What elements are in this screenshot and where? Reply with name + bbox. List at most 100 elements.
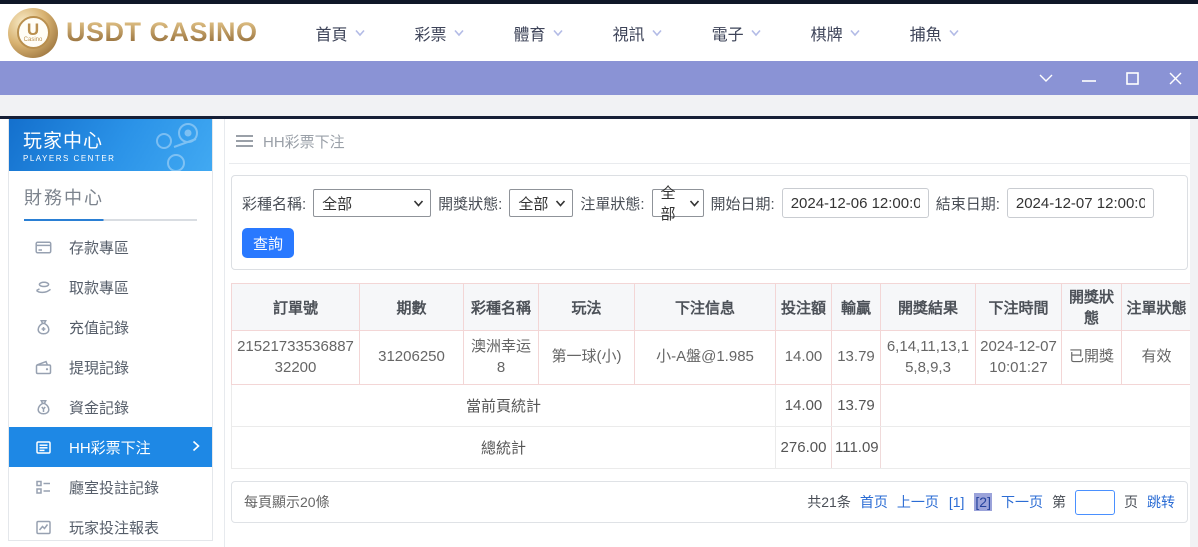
sidebar-item-player-bet-report[interactable]: 玩家投注報表: [9, 507, 212, 547]
sidebar-item-withdrawal-records[interactable]: 提現記錄: [9, 347, 212, 387]
sidebar-item-deposit-zone[interactable]: 存款專區: [9, 227, 212, 267]
main-panel: HH彩票下注 彩種名稱: 全部 開獎狀態: 全部 注單狀態: 全部 開始日期: …: [224, 119, 1198, 547]
hamburger-icon[interactable]: [236, 135, 253, 147]
sidebar-item-label: 取款專區: [69, 279, 130, 297]
logo-letter: U: [26, 20, 40, 39]
page-2-current[interactable]: [2]: [974, 493, 992, 511]
jump-page-input[interactable]: [1075, 489, 1115, 515]
window-title-bar: [0, 61, 1198, 95]
first-page-link[interactable]: 首页: [860, 492, 888, 512]
page-total-bet: 14.00: [775, 384, 832, 427]
funds-bag-icon: [35, 399, 52, 416]
sidebar-item-hh-lottery-bets[interactable]: HH彩票下注: [9, 427, 212, 467]
logo-small-text: Casino: [23, 37, 43, 43]
cell-winloss: 13.79: [831, 330, 881, 385]
sidebar-item-label: 提現記錄: [69, 359, 130, 377]
sidebar-item-label: 存款專區: [69, 239, 130, 257]
nav-item-slots[interactable]: 電子: [712, 21, 762, 45]
sidebar: 玩家中心 PLAYERS CENTER 財務中心 存款專區 取款專區 充值記錄 …: [8, 119, 213, 541]
jump-button[interactable]: 跳转: [1147, 492, 1175, 512]
nav-label: 棋牌: [810, 26, 843, 44]
col-order-id: 訂單號: [231, 283, 360, 331]
query-button[interactable]: 查詢: [242, 228, 294, 258]
order-status-select[interactable]: 全部: [651, 185, 704, 223]
filter-panel: 彩種名稱: 全部 開獎狀態: 全部 注單狀態: 全部 開始日期: 結束日期:: [231, 175, 1188, 270]
nav-label: 捕魚: [909, 26, 942, 44]
table-header-row: 訂單號 期數 彩種名稱 玩法 下注信息 投注額 輸贏 開獎結果 下注時間 開獎狀…: [231, 283, 1192, 331]
page-total-row: 當前頁統計 14.00 13.79: [231, 384, 1192, 427]
cell-play-type: 第一球(小): [538, 330, 635, 385]
pagination-bar: 每頁顯示20條 共21条 首页 上一页 [1] [2] 下一页 第 页 跳转: [231, 481, 1188, 523]
sidebar-item-recharge-records[interactable]: 充值記錄: [9, 307, 212, 347]
chevron-down-icon: [414, 199, 424, 207]
nav-item-lottery[interactable]: 彩票: [415, 21, 465, 45]
chevron-down-icon: [949, 29, 959, 36]
col-winloss: 輸贏: [831, 283, 881, 331]
grand-total-empty: [880, 426, 1192, 469]
nav-item-sports[interactable]: 體育: [514, 21, 564, 45]
chevron-down-icon: [354, 29, 365, 36]
page-1-link[interactable]: [1]: [948, 493, 966, 511]
nav-item-live[interactable]: 視訊: [613, 21, 663, 45]
select-value: 全部: [660, 185, 676, 223]
section-underline: [24, 219, 197, 221]
checklist-icon: [35, 479, 52, 496]
page-size-text: 每頁顯示20條: [244, 494, 330, 510]
window-minimize-button[interactable]: [1078, 67, 1100, 89]
sidebar-item-room-bet-records[interactable]: 廳室投註記錄: [9, 467, 212, 507]
sidebar-item-funds-records[interactable]: 資金記錄: [9, 387, 212, 427]
page-total-empty: [880, 384, 1192, 427]
grand-total-bet: 276.00: [775, 426, 832, 469]
main-nav: 首頁 彩票 體育 視訊 電子 棋牌 捕魚: [316, 21, 960, 45]
col-draw-status: 開獎狀態: [1061, 283, 1122, 331]
sidebar-menu: 存款專區 取款專區 充值記錄 提現記錄 資金記錄 HH彩票下注 廳室投註記錄 玩…: [9, 227, 212, 547]
sidebar-header: 玩家中心 PLAYERS CENTER: [9, 119, 212, 171]
next-page-link[interactable]: 下一页: [1001, 492, 1043, 512]
col-draw-result: 開獎結果: [880, 283, 976, 331]
col-order-status: 注單狀態: [1121, 283, 1192, 331]
window-dropdown-button[interactable]: [1035, 67, 1057, 89]
chevron-down-icon: [1039, 74, 1053, 82]
brand-logo[interactable]: U Casino USDT CASINO: [8, 7, 258, 58]
prev-page-link[interactable]: 上一页: [897, 492, 939, 512]
col-period: 期數: [359, 283, 464, 331]
nav-label: 視訊: [612, 26, 645, 44]
col-bet-info: 下注信息: [634, 283, 776, 331]
sidebar-item-label: HH彩票下注: [69, 439, 151, 457]
nav-item-fishing[interactable]: 捕魚: [910, 21, 960, 45]
col-play-type: 玩法: [538, 283, 635, 331]
minimize-icon: [1082, 80, 1096, 82]
pagination-controls: 共21条 首页 上一页 [1] [2] 下一页 第 页 跳转: [807, 489, 1175, 515]
col-lottery-name: 彩種名稱: [463, 283, 539, 331]
credit-card-icon: [35, 239, 52, 256]
nav-item-home[interactable]: 首頁: [316, 21, 366, 45]
grand-total-row: 總統計 276.00 111.09: [231, 426, 1192, 469]
sidebar-section-title: 財務中心: [24, 188, 104, 208]
sidebar-item-label: 充值記錄: [69, 319, 130, 337]
lottery-name-select[interactable]: 全部: [313, 189, 432, 217]
sidebar-item-withdraw-zone[interactable]: 取款專區: [9, 267, 212, 307]
jump-prefix-label: 第: [1052, 494, 1066, 510]
cell-bet-time: 2024-12-07 10:01:27: [975, 330, 1062, 385]
chevron-down-icon: [552, 29, 563, 36]
chevron-down-icon: [651, 29, 662, 36]
content-area: 玩家中心 PLAYERS CENTER 財務中心 存款專區 取款專區 充值記錄 …: [0, 119, 1198, 547]
window-close-button[interactable]: [1164, 67, 1186, 89]
end-date-input[interactable]: [1006, 188, 1154, 218]
sidebar-item-label: 廳室投註記錄: [69, 479, 160, 497]
draw-status-select[interactable]: 全部: [509, 189, 574, 217]
grand-total-label: 總統計: [231, 426, 776, 469]
nav-item-cards[interactable]: 棋牌: [811, 21, 861, 45]
logo-ball-icon: U Casino: [8, 7, 58, 58]
draw-status-label: 開獎狀態:: [438, 195, 503, 213]
vertical-scrollbar[interactable]: [1190, 119, 1198, 547]
select-value: 全部: [518, 195, 549, 213]
money-bag-icon: [35, 319, 52, 336]
grand-total-winloss: 111.09: [831, 426, 881, 469]
chevron-down-icon: [453, 29, 464, 36]
end-date-label: 結束日期:: [935, 195, 1000, 213]
cell-order-status: 有效: [1121, 330, 1192, 385]
window-maximize-button[interactable]: [1121, 67, 1143, 89]
col-bet-amount: 投注額: [775, 283, 832, 331]
start-date-input[interactable]: [781, 188, 929, 218]
